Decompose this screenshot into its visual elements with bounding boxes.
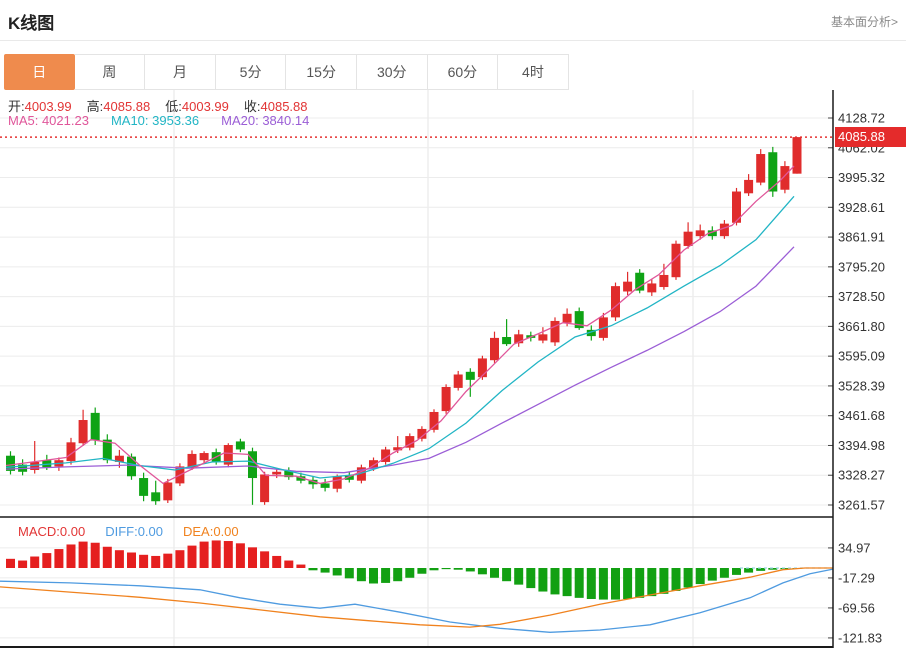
svg-text:34.97: 34.97 <box>838 540 871 555</box>
ma-legend-row: MA5: 4021.23 MA10: 3953.36 MA20: 3840.14 <box>8 113 309 128</box>
svg-text:3861.91: 3861.91 <box>838 230 885 245</box>
ma10-legend: MA10: 3953.36 <box>110 113 200 128</box>
svg-text:3795.20: 3795.20 <box>838 259 885 274</box>
svg-text:3728.50: 3728.50 <box>838 289 885 304</box>
period-tabbar: 日周月 5分 15分 30分 60分 4时 <box>4 54 569 90</box>
macd-value-label: MACD:0.00 <box>18 524 86 539</box>
tab-15分[interactable]: 15分 <box>286 54 357 90</box>
tab-60分[interactable]: 60分 <box>427 54 499 90</box>
tab-周[interactable]: 周 <box>74 54 146 90</box>
ma5-line <box>5 165 795 485</box>
ma20-line <box>5 246 795 474</box>
header-divider <box>0 40 906 41</box>
latest-price-badge: 4085.88 <box>835 127 906 147</box>
kline-page: { "header": { "title": "K线图", "link": "基… <box>0 0 906 651</box>
svg-text:3461.68: 3461.68 <box>838 408 885 423</box>
dea-value-label: DEA:0.00 <box>183 524 239 539</box>
tab-日[interactable]: 日 <box>4 54 75 90</box>
svg-text:-121.83: -121.83 <box>838 630 882 645</box>
svg-text:-17.29: -17.29 <box>838 570 875 585</box>
svg-text:3995.32: 3995.32 <box>838 170 885 185</box>
svg-text:3394.98: 3394.98 <box>838 438 885 453</box>
tab-5分[interactable]: 5分 <box>215 54 287 90</box>
tab-30分[interactable]: 30分 <box>356 54 428 90</box>
kline-macd-chart[interactable]: 4128.724062.023995.323928.613861.913795.… <box>0 88 906 651</box>
tab-月[interactable]: 月 <box>145 54 216 90</box>
svg-text:3528.39: 3528.39 <box>838 378 885 393</box>
candles <box>6 137 802 505</box>
svg-text:-69.56: -69.56 <box>838 600 875 615</box>
svg-text:3661.80: 3661.80 <box>838 319 885 334</box>
ma20-legend: MA20: 3840.14 <box>221 113 310 128</box>
svg-text:3928.61: 3928.61 <box>838 200 885 215</box>
svg-text:3328.27: 3328.27 <box>838 468 885 483</box>
fundamental-analysis-link[interactable]: 基本面分析> <box>831 13 898 30</box>
macd-histogram <box>6 540 802 600</box>
ma5-legend: MA5: 4021.23 <box>8 113 89 128</box>
macd-legend-row: MACD:0.00 DIFF:0.00 DEA:0.00 <box>18 524 239 539</box>
page-title: K线图 <box>8 14 55 33</box>
ma10-line <box>5 195 795 479</box>
diff-value-label: DIFF:0.00 <box>105 524 163 539</box>
svg-text:3261.57: 3261.57 <box>838 498 885 513</box>
tab-4时[interactable]: 4时 <box>498 54 569 90</box>
svg-text:3595.09: 3595.09 <box>838 349 885 364</box>
svg-text:4128.72: 4128.72 <box>838 111 885 126</box>
